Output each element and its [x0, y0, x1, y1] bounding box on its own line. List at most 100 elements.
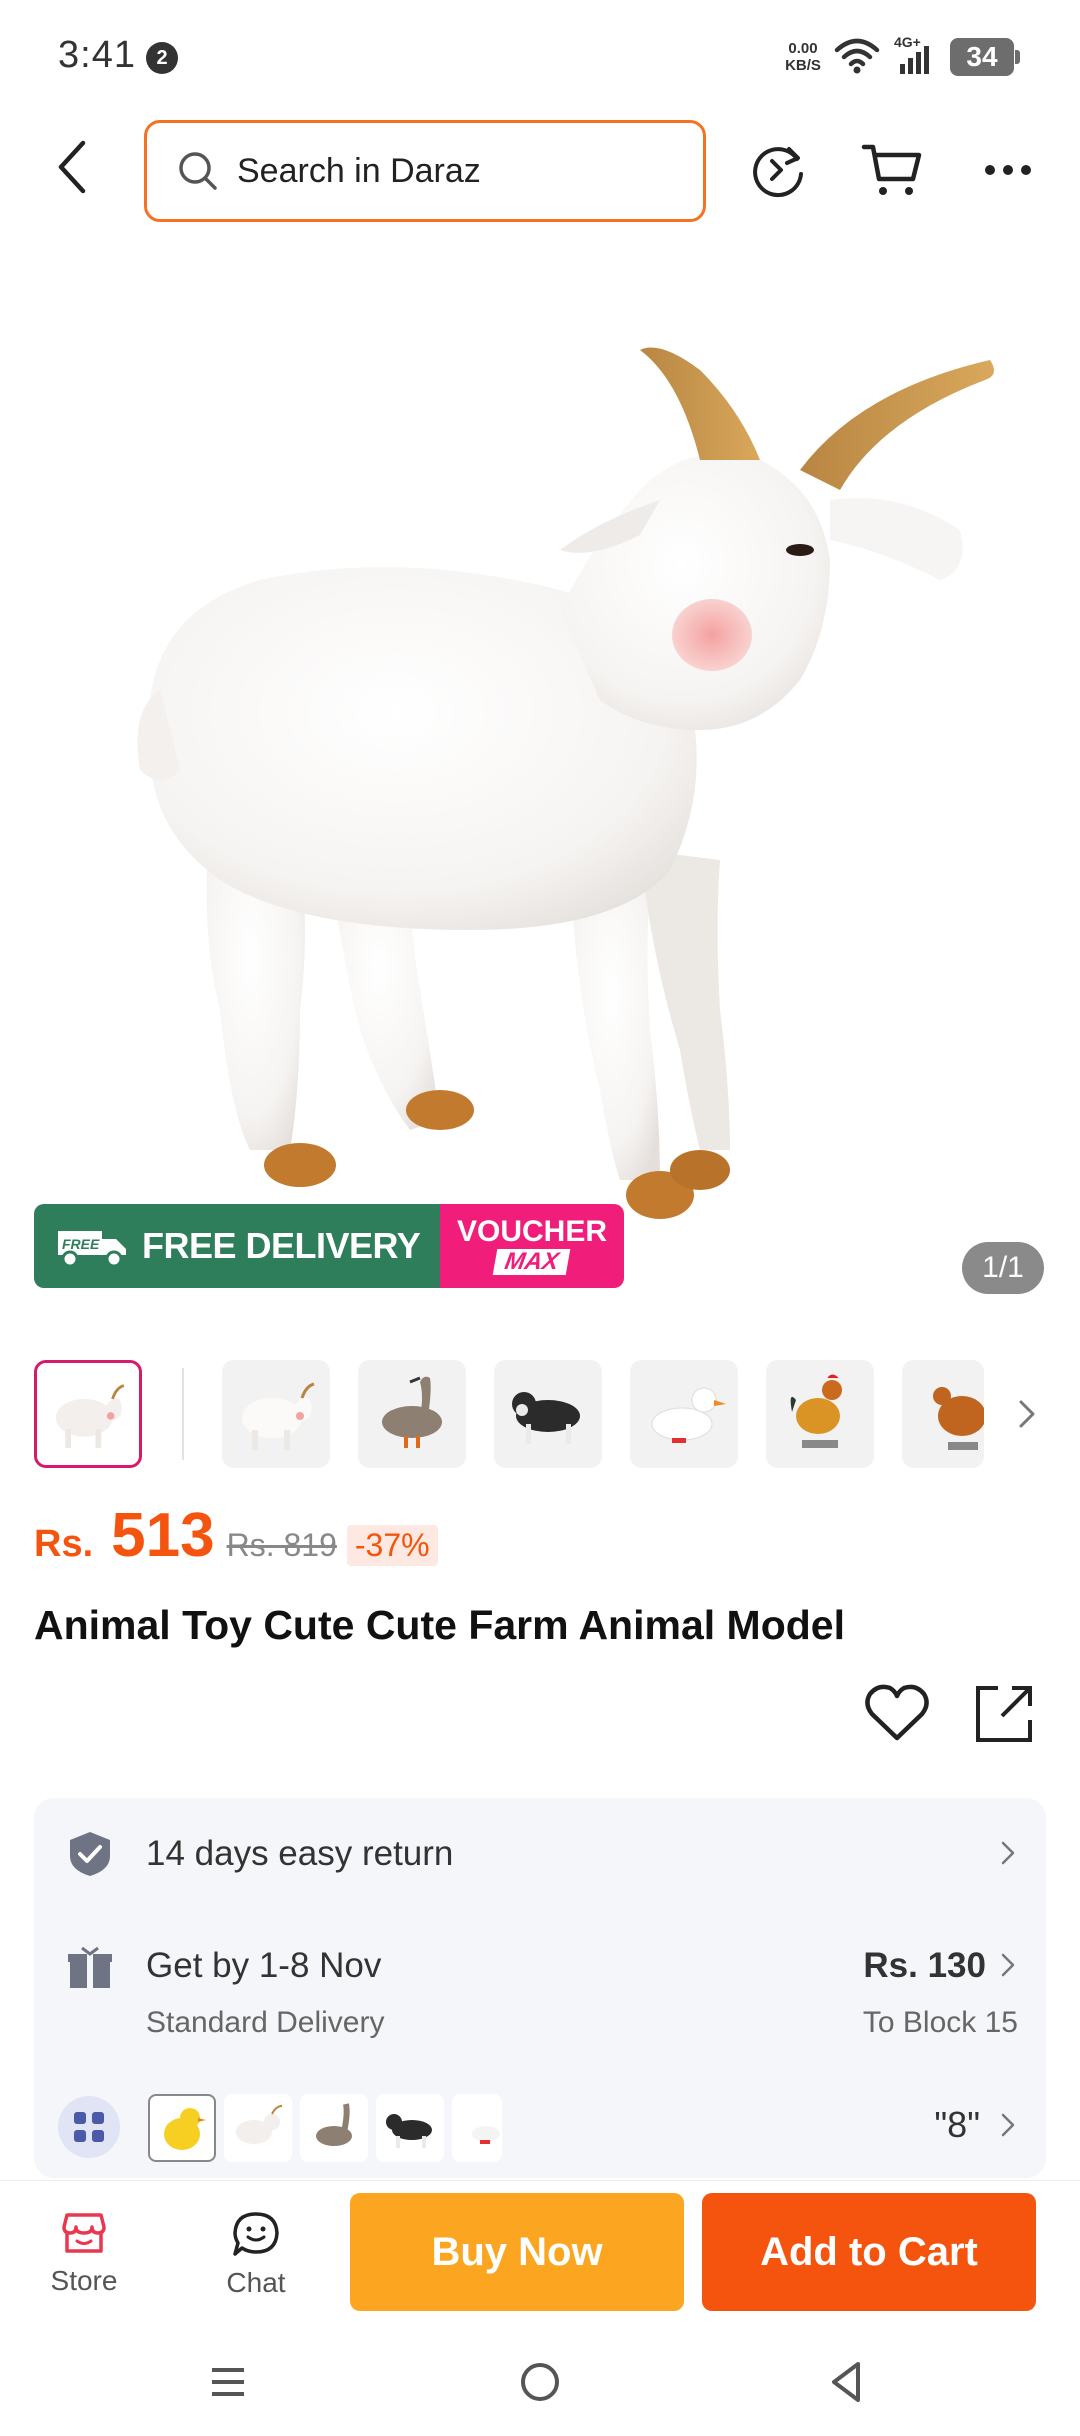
search-input[interactable]: Search in Daraz: [144, 120, 706, 222]
variant-dog[interactable]: [376, 2094, 444, 2162]
hen-thumbnail-image: [933, 1387, 984, 1450]
variant-duck[interactable]: [452, 2094, 502, 2162]
cart-button[interactable]: [860, 138, 924, 202]
thumbnail-goose[interactable]: [358, 1360, 466, 1468]
network-speed-unit: KB/S: [785, 57, 821, 74]
price-currency: Rs.: [34, 1523, 94, 1565]
free-delivery-badge: FREE FREE DELIVERY: [34, 1204, 440, 1288]
thumbnail-strip: [0, 1356, 1080, 1468]
delivery-truck-icon: FREE: [58, 1231, 126, 1268]
delivery-info-card: 14 days easy return Get by 1-8 Nov Stand…: [34, 1798, 1046, 2178]
goose-thumbnail-image: [382, 1376, 442, 1448]
menu-lines-icon: [212, 2368, 244, 2396]
battery-level: 34: [950, 38, 1014, 76]
battery-indicator: 34: [950, 38, 1020, 76]
returns-row[interactable]: 14 days easy return: [34, 1798, 1046, 1908]
share-icon[interactable]: [972, 1682, 1036, 1746]
voucher-max-label: MAX: [493, 1248, 571, 1275]
dog-variant-image: [386, 2114, 432, 2148]
add-to-cart-button[interactable]: Add to Cart: [702, 2193, 1036, 2311]
voucher-label: VOUCHER: [456, 1215, 607, 1248]
network-speed: 0.00 KB/S: [780, 40, 826, 74]
chevron-right-icon[interactable]: [1012, 1394, 1042, 1434]
dog-thumbnail-image: [512, 1392, 580, 1444]
rooster-thumbnail-image: [790, 1374, 842, 1448]
thumbnail-rooster[interactable]: [766, 1360, 874, 1468]
original-price: Rs. 819: [226, 1527, 337, 1563]
free-delivery-label: FREE DELIVERY: [142, 1225, 421, 1266]
variant-goose[interactable]: [300, 2094, 368, 2162]
product-image-gallery[interactable]: 1/1: [0, 230, 1080, 1310]
cellular-signal-icon: 4G+: [894, 34, 929, 74]
back-arrow-icon: [58, 140, 86, 194]
shield-check-icon: [70, 1832, 110, 1876]
history-button[interactable]: [746, 138, 810, 202]
refresh-history-icon: [753, 147, 803, 198]
chevron-right-icon: [1001, 1953, 1015, 1977]
discount-badge: -37%: [346, 1525, 438, 1566]
thumbnail-duck[interactable]: [630, 1360, 738, 1468]
top-navigation: Search in Daraz: [0, 110, 1080, 230]
wishlist-heart-icon[interactable]: [864, 1682, 930, 1744]
delivery-fee: Rs. 130: [863, 1946, 986, 1985]
duck-variant-image: [472, 2126, 500, 2144]
store-icon: [62, 2213, 106, 2253]
more-dots-icon: [985, 165, 1031, 175]
status-time: 3:41: [58, 34, 136, 76]
chat-label: Chat: [226, 2267, 286, 2298]
returns-label: 14 days easy return: [146, 1834, 454, 1873]
recent-apps-button[interactable]: [198, 2352, 258, 2412]
system-navigation-bar: [0, 2330, 1080, 2436]
bottom-action-bar: Store Chat Buy Now Add to Cart: [0, 2180, 1080, 2328]
more-options-button[interactable]: [976, 138, 1040, 202]
variant-goat[interactable]: [224, 2094, 292, 2162]
duck-thumbnail-image: [651, 1387, 726, 1443]
network-type: 4G+: [894, 34, 921, 50]
free-truck-label: FREE: [62, 1236, 100, 1252]
delivery-row[interactable]: Get by 1-8 Nov Standard Delivery Rs. 130…: [34, 1908, 1046, 2078]
thumbnail-divider: [182, 1368, 184, 1460]
home-button[interactable]: [510, 2352, 570, 2412]
status-bar: 3:41 2 0.00 KB/S 4G+ 34: [0, 0, 1080, 110]
image-counter: 1/1: [962, 1242, 1044, 1294]
delivery-method: Standard Delivery: [146, 2006, 385, 2039]
price-row: Rs. 513 Rs. 819 -37%: [34, 1500, 438, 1580]
goat-figure-image: [137, 347, 994, 1219]
wifi-icon: [834, 38, 880, 74]
system-back-button[interactable]: [816, 2352, 876, 2412]
package-icon: [68, 1946, 112, 1988]
product-title: Animal Toy Cute Cute Farm Animal Model: [34, 1602, 845, 1648]
store-tab[interactable]: Store: [14, 2211, 154, 2311]
promo-banner: FREE FREE DELIVERY VOUCHER MAX: [34, 1204, 624, 1288]
battery-tip: [1015, 50, 1020, 64]
thumbnail-hen[interactable]: [902, 1360, 984, 1468]
buy-now-button[interactable]: Buy Now: [350, 2193, 684, 2311]
search-placeholder: Search in Daraz: [237, 151, 481, 190]
back-triangle-icon: [832, 2362, 860, 2402]
chat-tab[interactable]: Chat: [186, 2211, 326, 2311]
thumbnail-goat-selected[interactable]: [34, 1360, 142, 1468]
variant-chick[interactable]: [148, 2094, 216, 2162]
price-value: 513: [111, 1501, 215, 1570]
delivery-location: To Block 15: [862, 2006, 1018, 2039]
chick-variant-image: [164, 2108, 206, 2150]
thumbnail-dog[interactable]: [494, 1360, 602, 1468]
home-circle-icon: [521, 2363, 559, 2401]
search-icon: [179, 152, 217, 190]
goat-variant-image: [236, 2105, 283, 2144]
grid-icon: [74, 2112, 104, 2142]
chevron-right-icon: [1001, 1841, 1015, 1865]
chevron-right-icon: [1001, 2113, 1015, 2137]
delivery-date: Get by 1-8 Nov: [146, 1946, 382, 1985]
chat-icon: [233, 2212, 279, 2256]
cart-icon: [861, 144, 922, 195]
store-label: Store: [50, 2265, 118, 2296]
variant-count: "8": [934, 2104, 980, 2145]
goat-thumbnail-image: [242, 1382, 315, 1450]
back-button[interactable]: [40, 132, 104, 202]
variants-button[interactable]: [58, 2096, 120, 2158]
network-speed-value: 0.00: [788, 40, 818, 57]
notification-badge: 2: [146, 42, 178, 74]
thumbnail-goat[interactable]: [222, 1360, 330, 1468]
goose-variant-image: [316, 2103, 352, 2146]
